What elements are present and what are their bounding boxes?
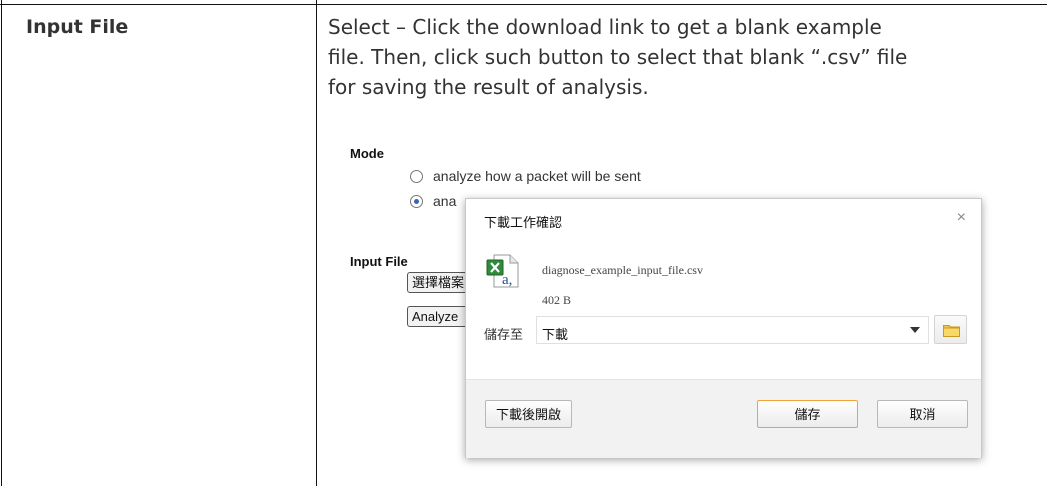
input-file-heading: Input File [350,254,408,269]
svg-text:a,: a, [502,272,512,288]
chevron-down-icon[interactable] [910,327,920,333]
table-top-border [0,4,1047,5]
browse-folder-button[interactable] [934,315,967,344]
radio-button[interactable] [410,169,423,183]
embedded-screenshot: Mode analyze how a packet will be sent a… [320,135,1020,475]
radio-button-checked[interactable] [410,194,423,208]
radio-label: analyze how a packet will be sent [433,168,641,184]
close-icon[interactable]: × [957,209,966,227]
radio-option-analyze[interactable]: ana [410,193,456,209]
excel-csv-file-icon: a, [484,251,524,291]
description-line: for saving the result of analysis. [328,75,649,99]
radio-label: ana [433,193,457,209]
save-location-value: 下載 [542,327,569,342]
cancel-button[interactable]: 取消 [877,400,968,428]
mode-heading: Mode [350,146,384,161]
description-line: file. Then, click such button to select … [328,45,908,69]
row-description: Select – Click the download link to get … [328,12,1028,102]
open-after-download-button[interactable]: 下載後開啟 [485,400,572,428]
file-size: 402 B [542,293,572,307]
dialog-footer: 下載後開啟 儲存 取消 [466,379,981,458]
save-button[interactable]: 儲存 [757,400,858,428]
radio-option-send[interactable]: analyze how a packet will be sent [410,168,641,184]
table-left-border [1,0,2,486]
save-location-select[interactable]: 下載 [536,316,929,344]
folder-icon [943,325,960,337]
table-column-divider [316,0,317,486]
file-name: diagnose_example_input_file.csv [542,263,703,277]
download-confirm-dialog: 下載工作確認 × a, diagnose_example_input_file.… [465,198,982,458]
save-to-label: 儲存至 [484,327,524,342]
row-label: Input File [26,16,129,38]
description-line: Select – Click the download link to get … [328,15,882,39]
dialog-title: 下載工作確認 [484,215,563,230]
